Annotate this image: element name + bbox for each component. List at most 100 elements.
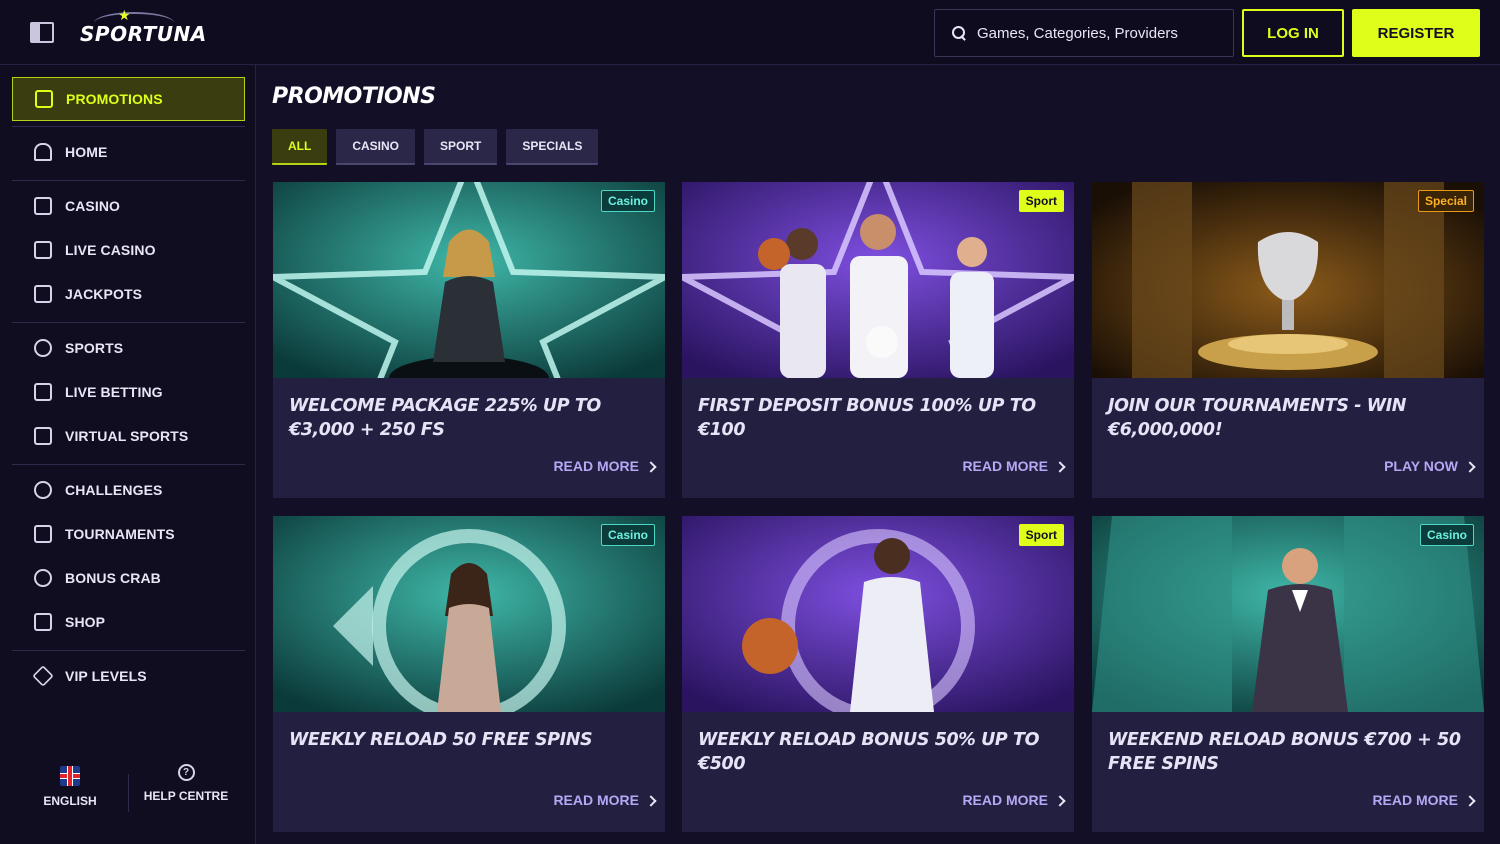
category-tag: Casino: [600, 524, 655, 546]
promo-title: JOIN OUR TOURNAMENTS - WIN €6,000,000!: [1108, 396, 1407, 440]
top-bar: ★ SPORTUNA LOG IN REGISTER: [0, 0, 1500, 65]
crab-icon: [34, 569, 52, 587]
trophy-icon: [34, 525, 52, 543]
filter-casino[interactable]: CASINO: [336, 129, 415, 165]
promo-title: WELCOME PACKAGE 225% UP TO €3,000 + 250 …: [289, 396, 601, 440]
footer-divider: [128, 774, 129, 812]
sidebar-toggle-icon[interactable]: [30, 22, 54, 43]
sidebar-item-virtual-sports[interactable]: VIRTUAL SPORTS: [12, 414, 245, 458]
sidebar-item-label: CASINO: [65, 198, 121, 214]
home-icon: [34, 143, 52, 161]
cta-label: READ MORE: [553, 792, 639, 808]
search-input[interactable]: [977, 24, 1217, 42]
help-centre-label: HELP CENTRE: [143, 789, 229, 803]
promo-image-weekend-reload: Casino: [1092, 516, 1484, 712]
cta-label: READ MORE: [1372, 792, 1458, 808]
promo-card[interactable]: Special JOIN OUR TOURNAMENTS - WIN €6,00…: [1092, 182, 1484, 498]
read-more-link[interactable]: READ MORE: [962, 792, 1066, 808]
sidebar-item-label: LIVE BETTING: [65, 384, 163, 400]
promo-image-weekly-spins: Casino: [273, 516, 665, 712]
sidebar-item-label: LIVE CASINO: [65, 242, 156, 258]
promo-title: WEEKLY RELOAD BONUS 50% UP TO €500: [698, 730, 1040, 774]
sidebar-item-label: VIRTUAL SPORTS: [65, 428, 189, 444]
read-more-link[interactable]: READ MORE: [553, 458, 657, 474]
filter-all[interactable]: ALL: [272, 129, 328, 165]
sidebar-item-promotions[interactable]: PROMOTIONS: [12, 77, 245, 121]
soccer-ball-icon: [34, 339, 52, 357]
chevron-right-icon: [1054, 794, 1066, 807]
login-button[interactable]: LOG IN: [1242, 9, 1344, 57]
sidebar-item-tournaments[interactable]: TOURNAMENTS: [12, 512, 245, 556]
page-title: PROMOTIONS: [272, 84, 436, 109]
promo-image-weekly-reload-bonus: Sport: [682, 516, 1074, 712]
chevron-right-icon: [1464, 460, 1476, 473]
language-label: ENGLISH: [43, 794, 97, 808]
help-centre-link[interactable]: ? HELP CENTRE: [140, 764, 232, 803]
sidebar-item-home[interactable]: HOME: [12, 130, 245, 174]
register-button[interactable]: REGISTER: [1352, 9, 1480, 57]
sidebar-divider: [12, 322, 245, 323]
promo-image-tournaments: Special: [1092, 182, 1484, 378]
sidebar: PROMOTIONS HOME CASINO LIVE CASINO JACKP…: [0, 65, 256, 844]
cta-label: READ MORE: [553, 458, 639, 474]
filter-specials[interactable]: SPECIALS: [506, 129, 599, 165]
chevron-right-icon: [645, 460, 657, 473]
sidebar-item-label: JACKPOTS: [65, 286, 143, 302]
sidebar-item-live-betting[interactable]: LIVE BETTING: [12, 370, 245, 414]
sidebar-item-label: CHALLENGES: [65, 482, 163, 498]
promo-card[interactable]: Casino WEEKLY RELOAD 50 FREE SPINS READ …: [273, 516, 665, 832]
read-more-link[interactable]: READ MORE: [553, 792, 657, 808]
shop-basket-icon: [34, 613, 52, 631]
sidebar-item-casino[interactable]: CASINO: [12, 184, 245, 228]
promo-image-first-deposit: Sport: [682, 182, 1074, 378]
sidebar-item-vip-levels[interactable]: VIP LEVELS: [12, 654, 245, 698]
cta-label: READ MORE: [962, 792, 1048, 808]
chevron-right-icon: [1054, 460, 1066, 473]
sidebar-item-label: SHOP: [65, 614, 106, 630]
sidebar-item-live-casino[interactable]: LIVE CASINO: [12, 228, 245, 272]
jackpots-icon: [34, 285, 52, 303]
promo-card[interactable]: Casino WEEKEND RELOAD BONUS €700 + 50 FR…: [1092, 516, 1484, 832]
video-camera-icon: [34, 383, 52, 401]
sidebar-item-shop[interactable]: SHOP: [12, 600, 245, 644]
cta-label: READ MORE: [962, 458, 1048, 474]
sidebar-item-challenges[interactable]: CHALLENGES: [12, 468, 245, 512]
filter-sport[interactable]: SPORT: [424, 129, 498, 165]
chevron-right-icon: [645, 794, 657, 807]
search-icon: [951, 25, 967, 41]
sidebar-item-label: TOURNAMENTS: [65, 526, 175, 542]
promo-title: FIRST DEPOSIT BONUS 100% UP TO €100: [698, 396, 1036, 440]
play-now-link[interactable]: PLAY NOW: [1384, 458, 1476, 474]
sidebar-footer: ENGLISH ? HELP CENTRE: [0, 754, 256, 844]
help-icon: ?: [177, 764, 195, 781]
promo-card[interactable]: Sport FIRST DEPOSIT BONUS 100% UP TO €10…: [682, 182, 1074, 498]
logo[interactable]: ★ SPORTUNA: [80, 7, 206, 54]
gamepad-icon: [34, 427, 52, 445]
promo-title: WEEKEND RELOAD BONUS €700 + 50 FREE SPIN…: [1108, 730, 1461, 774]
promo-card[interactable]: Casino WELCOME PACKAGE 225% UP TO €3,000…: [273, 182, 665, 498]
read-more-link[interactable]: READ MORE: [962, 458, 1066, 474]
casino-icon: [34, 197, 52, 215]
language-selector[interactable]: ENGLISH: [30, 766, 110, 808]
promo-card[interactable]: Sport WEEKLY RELOAD BONUS 50% UP TO €500…: [682, 516, 1074, 832]
sidebar-item-label: VIP LEVELS: [65, 668, 147, 684]
sidebar-divider: [12, 180, 245, 181]
read-more-link[interactable]: READ MORE: [1372, 792, 1476, 808]
search-box[interactable]: [934, 9, 1234, 57]
sidebar-item-jackpots[interactable]: JACKPOTS: [12, 272, 245, 316]
diamond-icon: [32, 665, 54, 687]
promo-image-welcome: Casino: [273, 182, 665, 378]
sidebar-item-label: SPORTS: [65, 340, 124, 356]
category-tag: Sport: [1018, 190, 1064, 212]
sidebar-divider: [12, 464, 245, 465]
chevron-right-icon: [1464, 794, 1476, 807]
live-casino-icon: [34, 241, 52, 259]
sidebar-item-label: BONUS CRAB: [65, 570, 161, 586]
category-tag: Casino: [600, 190, 655, 212]
cta-label: PLAY NOW: [1384, 458, 1458, 474]
sidebar-item-bonus-crab[interactable]: BONUS CRAB: [12, 556, 245, 600]
category-tag: Sport: [1018, 524, 1064, 546]
uk-flag-icon: [60, 766, 80, 786]
sidebar-divider: [12, 126, 245, 127]
sidebar-item-sports[interactable]: SPORTS: [12, 326, 245, 370]
